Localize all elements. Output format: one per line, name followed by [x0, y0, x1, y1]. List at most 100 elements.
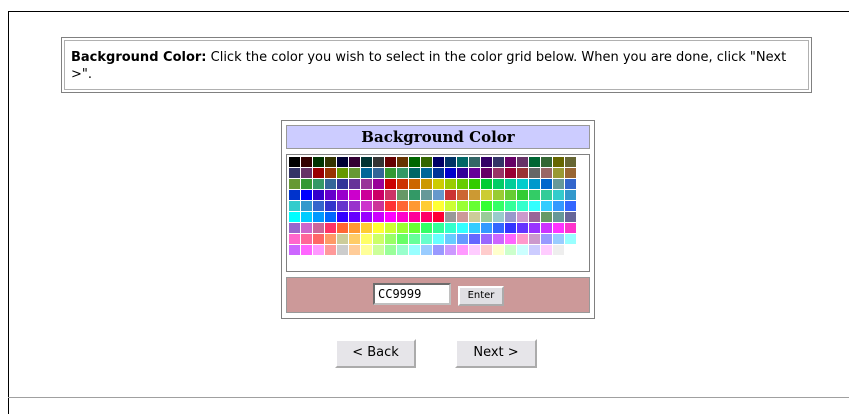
color-swatch[interactable] — [325, 179, 336, 189]
color-swatch[interactable] — [289, 245, 300, 255]
color-swatch[interactable] — [541, 179, 552, 189]
color-swatch[interactable] — [445, 212, 456, 222]
color-swatch[interactable] — [445, 223, 456, 233]
color-swatch[interactable] — [553, 212, 564, 222]
color-swatch[interactable] — [397, 190, 408, 200]
color-swatch[interactable] — [289, 223, 300, 233]
color-swatch[interactable] — [409, 212, 420, 222]
color-swatch[interactable] — [409, 190, 420, 200]
color-swatch[interactable] — [541, 234, 552, 244]
color-swatch[interactable] — [421, 179, 432, 189]
color-swatch[interactable] — [529, 157, 540, 167]
color-swatch[interactable] — [481, 223, 492, 233]
color-swatch[interactable] — [409, 157, 420, 167]
color-swatch[interactable] — [469, 168, 480, 178]
color-swatch[interactable] — [301, 212, 312, 222]
color-swatch[interactable] — [457, 157, 468, 167]
color-swatch[interactable] — [373, 157, 384, 167]
color-swatch[interactable] — [493, 245, 504, 255]
color-swatch[interactable] — [493, 168, 504, 178]
color-swatch[interactable] — [541, 201, 552, 211]
color-swatch[interactable] — [493, 179, 504, 189]
color-swatch[interactable] — [301, 201, 312, 211]
color-swatch[interactable] — [289, 168, 300, 178]
color-swatch[interactable] — [301, 234, 312, 244]
color-swatch[interactable] — [457, 190, 468, 200]
color-swatch[interactable] — [553, 190, 564, 200]
color-swatch[interactable] — [457, 212, 468, 222]
color-swatch[interactable] — [397, 168, 408, 178]
color-swatch[interactable] — [481, 190, 492, 200]
color-swatch[interactable] — [541, 223, 552, 233]
color-swatch[interactable] — [505, 157, 516, 167]
color-swatch[interactable] — [373, 245, 384, 255]
color-swatch[interactable] — [337, 223, 348, 233]
color-swatch[interactable] — [337, 179, 348, 189]
color-swatch[interactable] — [349, 179, 360, 189]
color-swatch[interactable] — [361, 168, 372, 178]
color-swatch[interactable] — [445, 157, 456, 167]
color-swatch[interactable] — [397, 223, 408, 233]
color-swatch[interactable] — [385, 201, 396, 211]
color-swatch[interactable] — [385, 157, 396, 167]
color-swatch[interactable] — [313, 190, 324, 200]
color-swatch[interactable] — [325, 190, 336, 200]
color-swatch[interactable] — [373, 168, 384, 178]
color-swatch[interactable] — [517, 190, 528, 200]
color-swatch[interactable] — [553, 157, 564, 167]
color-swatch[interactable] — [517, 201, 528, 211]
color-swatch[interactable] — [529, 190, 540, 200]
color-swatch[interactable] — [397, 201, 408, 211]
color-swatch[interactable] — [433, 179, 444, 189]
color-swatch[interactable] — [493, 223, 504, 233]
color-swatch[interactable] — [541, 245, 552, 255]
color-swatch[interactable] — [361, 157, 372, 167]
color-swatch[interactable] — [361, 223, 372, 233]
color-swatch[interactable] — [469, 201, 480, 211]
color-swatch[interactable] — [421, 212, 432, 222]
color-swatch[interactable] — [445, 190, 456, 200]
color-swatch[interactable] — [349, 245, 360, 255]
color-swatch[interactable] — [469, 190, 480, 200]
color-swatch[interactable] — [529, 168, 540, 178]
color-swatch[interactable] — [445, 168, 456, 178]
color-swatch[interactable] — [517, 168, 528, 178]
color-swatch[interactable] — [553, 245, 564, 255]
color-swatch[interactable] — [457, 201, 468, 211]
color-swatch[interactable] — [373, 234, 384, 244]
color-swatch[interactable] — [301, 179, 312, 189]
color-swatch[interactable] — [565, 190, 576, 200]
color-swatch[interactable] — [541, 190, 552, 200]
color-swatch[interactable] — [385, 179, 396, 189]
color-swatch[interactable] — [457, 168, 468, 178]
color-swatch[interactable] — [517, 179, 528, 189]
color-swatch[interactable] — [529, 201, 540, 211]
color-swatch[interactable] — [409, 234, 420, 244]
color-swatch[interactable] — [457, 223, 468, 233]
color-swatch[interactable] — [529, 234, 540, 244]
color-swatch[interactable] — [325, 234, 336, 244]
color-swatch[interactable] — [445, 234, 456, 244]
color-swatch[interactable] — [481, 234, 492, 244]
color-swatch[interactable] — [481, 168, 492, 178]
color-swatch[interactable] — [337, 168, 348, 178]
color-swatch[interactable] — [529, 179, 540, 189]
back-button[interactable]: < Back — [335, 339, 416, 368]
color-swatch[interactable] — [349, 157, 360, 167]
color-swatch[interactable] — [361, 190, 372, 200]
color-swatch[interactable] — [361, 201, 372, 211]
color-swatch[interactable] — [529, 245, 540, 255]
color-swatch[interactable] — [553, 179, 564, 189]
color-swatch[interactable] — [553, 168, 564, 178]
color-swatch[interactable] — [421, 157, 432, 167]
color-swatch[interactable] — [409, 245, 420, 255]
color-swatch[interactable] — [529, 212, 540, 222]
color-swatch[interactable] — [361, 234, 372, 244]
color-swatch[interactable] — [325, 168, 336, 178]
color-swatch[interactable] — [373, 212, 384, 222]
color-swatch[interactable] — [493, 190, 504, 200]
color-swatch[interactable] — [481, 157, 492, 167]
color-swatch[interactable] — [337, 201, 348, 211]
color-swatch[interactable] — [445, 179, 456, 189]
color-swatch[interactable] — [409, 179, 420, 189]
